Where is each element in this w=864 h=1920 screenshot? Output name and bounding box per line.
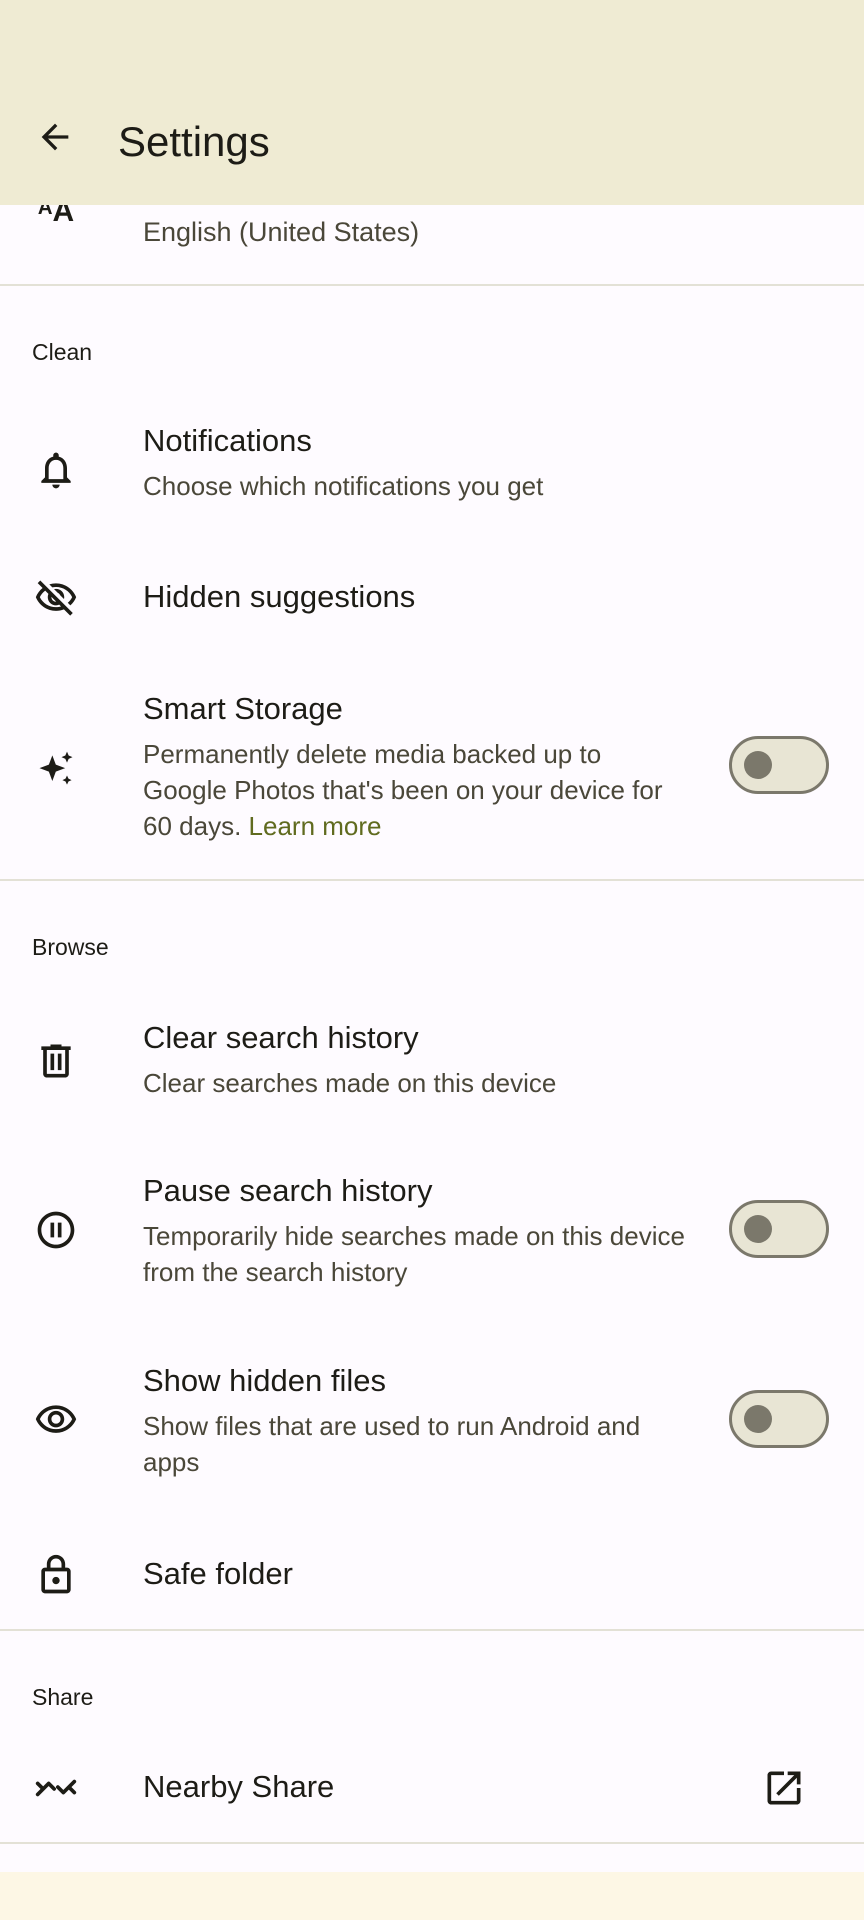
clear-search-history-subtitle: Clear searches made on this device	[143, 1068, 557, 1098]
show-hidden-files-subtitle: Show files that are used to run Android …	[143, 1411, 641, 1477]
hidden-suggestions-title: Hidden suggestions	[143, 579, 416, 614]
divider	[0, 284, 864, 286]
divider	[0, 1842, 864, 1844]
language-value: English (United States)	[143, 217, 420, 247]
switch-thumb	[744, 1215, 772, 1243]
safe-folder-row[interactable]: Safe folder	[0, 1535, 864, 1615]
safe-folder-title: Safe folder	[143, 1556, 293, 1591]
clear-search-history-title: Clear search history	[143, 1020, 419, 1055]
trash-icon	[28, 1033, 84, 1089]
notifications-subtitle: Choose which notifications you get	[143, 471, 544, 501]
show-hidden-files-switch[interactable]	[729, 1390, 829, 1448]
divider	[0, 1629, 864, 1631]
pause-search-history-subtitle: Temporarily hide searches made on this d…	[143, 1221, 685, 1287]
clear-search-history-row[interactable]: Clear search history Clear searches made…	[0, 1003, 864, 1109]
smart-storage-title: Smart Storage	[143, 691, 343, 726]
smart-storage-row[interactable]: Smart Storage Permanently delete media b…	[0, 688, 864, 848]
eye-off-icon	[28, 570, 84, 626]
arrow-back-icon	[41, 123, 69, 151]
nearby-share-row[interactable]: Nearby Share	[0, 1748, 864, 1828]
smart-storage-switch[interactable]	[729, 736, 829, 794]
show-hidden-files-row[interactable]: Show hidden files Show files that are us…	[0, 1348, 864, 1488]
pause-search-history-switch[interactable]	[729, 1200, 829, 1258]
pause-circle-icon	[28, 1202, 84, 1258]
open-in-new-icon	[756, 1760, 812, 1816]
sparkle-icon	[28, 742, 84, 798]
back-button[interactable]	[20, 102, 90, 172]
notifications-title: Notifications	[143, 423, 312, 458]
section-header-browse: Browse	[32, 934, 109, 960]
lock-icon	[28, 1547, 84, 1603]
nearby-share-icon	[28, 1760, 84, 1816]
pause-search-history-title: Pause search history	[143, 1173, 433, 1208]
eye-icon	[28, 1392, 84, 1448]
switch-thumb	[744, 1405, 772, 1433]
pause-search-history-row[interactable]: Pause search history Temporarily hide se…	[0, 1158, 864, 1298]
section-header-clean: Clean	[32, 339, 93, 365]
show-hidden-files-title: Show hidden files	[143, 1363, 386, 1398]
bottom-surface	[0, 1872, 864, 1920]
learn-more-link[interactable]: Learn more	[249, 811, 382, 841]
hidden-suggestions-row[interactable]: Hidden suggestions	[0, 558, 864, 638]
divider	[0, 879, 864, 881]
nearby-share-title: Nearby Share	[143, 1769, 335, 1804]
switch-thumb	[744, 751, 772, 779]
top-app-bar: Settings	[0, 0, 864, 205]
page-title: Settings	[118, 118, 270, 165]
bell-icon	[28, 442, 84, 498]
notifications-row[interactable]: Notifications Choose which notifications…	[0, 408, 864, 514]
section-header-share: Share	[32, 1684, 94, 1710]
smart-storage-subtitle: Permanently delete media backed up to Go…	[143, 739, 663, 841]
